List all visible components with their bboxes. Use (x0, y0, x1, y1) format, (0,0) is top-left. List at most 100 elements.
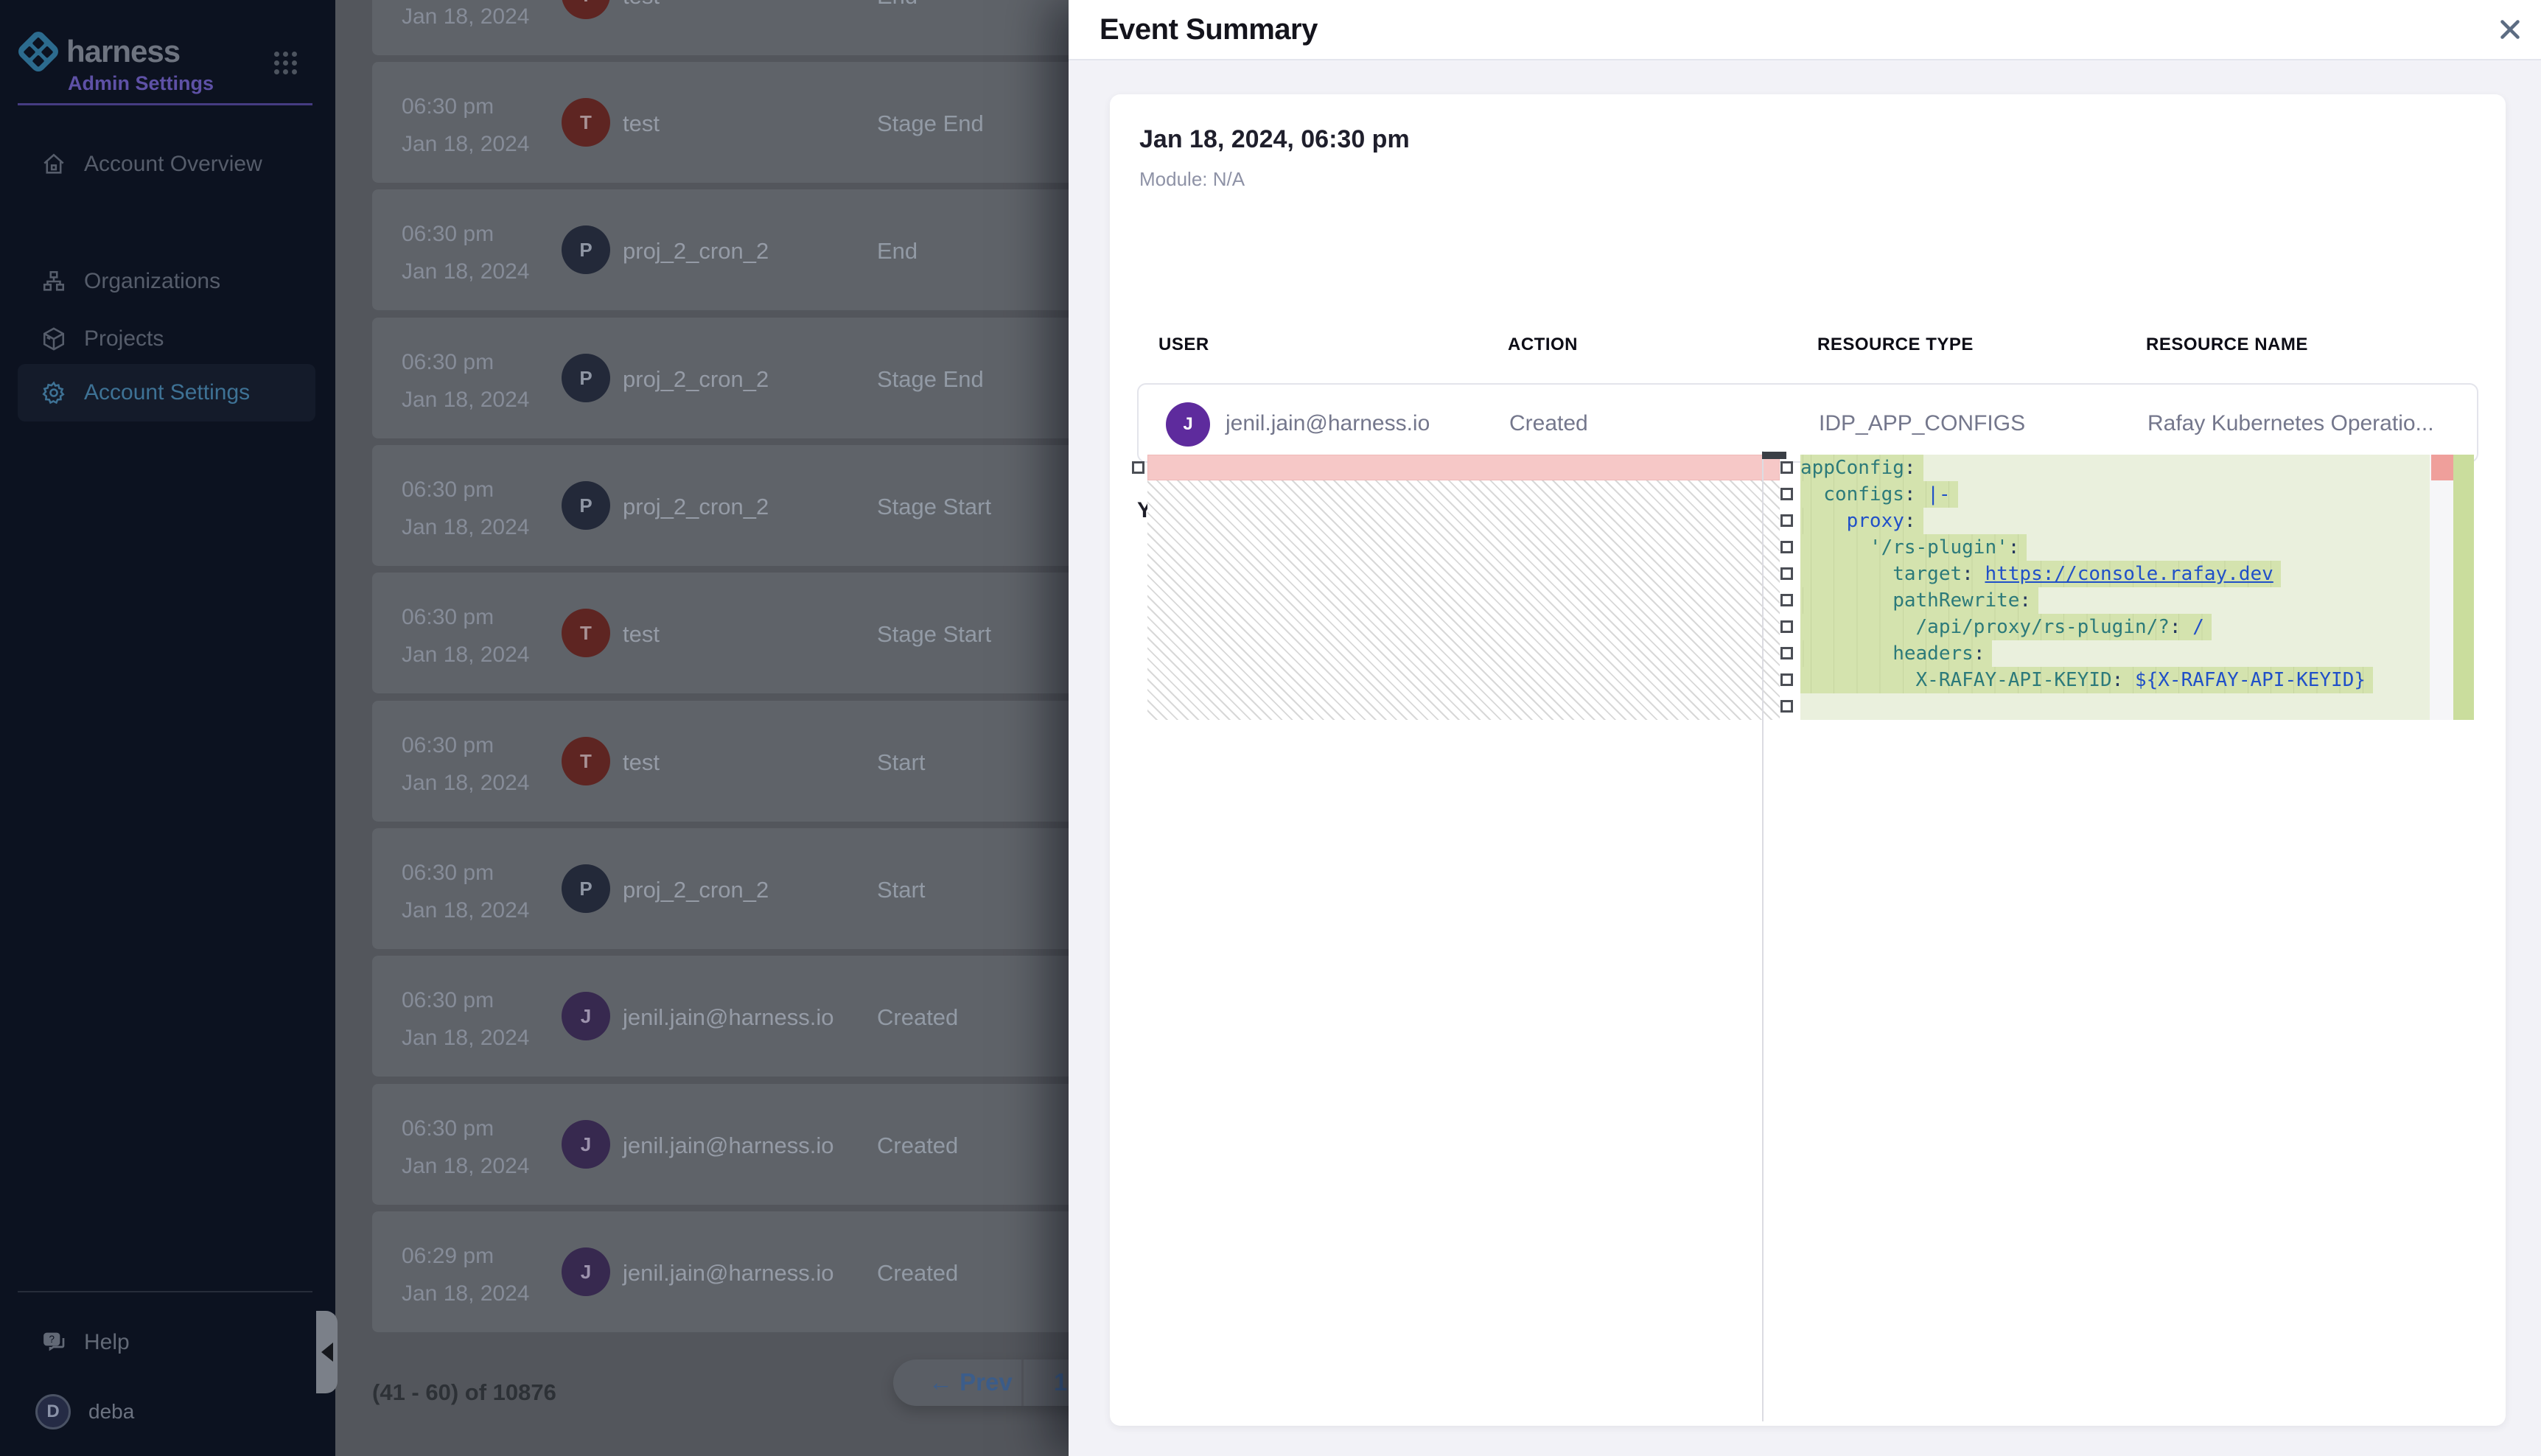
table-row[interactable]: 06:30 pm Jan 18, 2024 P proj_2_cron_2 St… (372, 828, 1077, 949)
row-time: 06:30 pm (402, 477, 494, 503)
sidebar-item-account-overview[interactable]: Account Overview (18, 136, 315, 193)
row-name: jenil.jain@harness.io (623, 1133, 834, 1159)
row-action: Start (877, 877, 925, 903)
event-resource-type: IDP_APP_CONFIGS (1819, 411, 2025, 436)
event-action: Created (1509, 411, 1588, 436)
diff-overview-ruler (2430, 455, 2453, 720)
sidebar-divider (18, 103, 312, 105)
avatar: T (562, 609, 610, 657)
diff-line-marker[interactable] (1780, 700, 1793, 713)
diff-ruler-added-bar (2453, 455, 2474, 720)
table-row[interactable]: 06:30 pm Jan 18, 2024 J jenil.jain@harne… (372, 956, 1077, 1077)
yaml-line: configs: |- (1780, 481, 2430, 508)
row-action: Created (877, 1260, 958, 1287)
diff-expand-marker[interactable] (1132, 461, 1144, 474)
yaml-line: proxy: (1780, 508, 2430, 534)
table-row[interactable]: 06:29 pm Jan 18, 2024 J jenil.jain@harne… (372, 1211, 1077, 1332)
row-time: 06:30 pm (402, 988, 494, 1013)
drawer-header: Event Summary (1069, 0, 2541, 60)
sidebar-item-label: Organizations (84, 269, 220, 294)
user-name: deba (88, 1400, 134, 1424)
avatar: J (562, 1247, 610, 1296)
event-detail-row: J jenil.jain@harness.io Created IDP_APP_… (1137, 383, 2478, 463)
row-date: Jan 18, 2024 (402, 388, 529, 413)
avatar: P (562, 354, 610, 402)
diff-ruler-removed-marker (2431, 455, 2453, 480)
row-time: 06:29 pm (402, 1244, 494, 1269)
pagination-pill: ← Prev 1 (893, 1359, 1085, 1406)
gear-icon (41, 380, 66, 405)
user-menu[interactable]: D deba (18, 1385, 239, 1438)
cube-icon (41, 326, 66, 351)
table-row[interactable]: 06:30 pm Jan 18, 2024 P proj_2_cron_2 St… (372, 318, 1077, 438)
table-row[interactable]: 06:30 pm Jan 18, 2024 T test Start (372, 701, 1077, 822)
apps-grid-icon[interactable] (274, 52, 299, 77)
avatar: P (562, 864, 610, 913)
event-timestamp: Jan 18, 2024, 06:30 pm (1139, 125, 1410, 154)
prev-page-button[interactable]: ← Prev (929, 1368, 1013, 1396)
table-row[interactable]: 06:30 pm Jan 18, 2024 T test Stage Start (372, 573, 1077, 693)
sidebar-footer-divider (18, 1291, 312, 1292)
close-button[interactable] (2492, 12, 2528, 47)
event-summary-drawer: Event Summary Jan 18, 2024, 06:30 pm Mod… (1069, 0, 2541, 1456)
row-time: 06:30 pm (402, 733, 494, 758)
sidebar-collapse-handle[interactable] (316, 1311, 338, 1393)
table-row[interactable]: 06:30 pm Jan 18, 2024 T test Stage End (372, 62, 1077, 183)
row-name: jenil.jain@harness.io (623, 1004, 834, 1031)
help-button[interactable]: ? Help (18, 1316, 239, 1369)
yaml-line: /api/proxy/rs-plugin/?: / (1780, 614, 2430, 640)
diff-line-marker[interactable] (1780, 594, 1793, 606)
harness-logo-icon (15, 29, 61, 74)
row-action: End (877, 0, 918, 10)
row-action: End (877, 238, 918, 265)
collapse-arrow-icon (321, 1343, 333, 1362)
diff-line-marker[interactable] (1780, 647, 1793, 659)
row-action: Stage End (877, 111, 984, 137)
sidebar-item-projects[interactable]: Projects (18, 310, 315, 368)
target-url-link[interactable]: https://console.rafay.dev (1985, 563, 2273, 585)
row-action: Stage Start (877, 621, 991, 648)
avatar: T (562, 0, 610, 19)
avatar: T (562, 737, 610, 785)
row-name: proj_2_cron_2 (623, 877, 769, 903)
sidebar-item-label: Account Overview (84, 152, 262, 177)
avatar: T (562, 98, 610, 147)
diff-line-marker[interactable] (1780, 567, 1793, 580)
row-name: test (623, 111, 660, 137)
sidebar-item-account-settings[interactable]: Account Settings (18, 364, 315, 421)
row-date: Jan 18, 2024 (402, 1281, 529, 1306)
diff-line-marker[interactable] (1780, 620, 1793, 633)
diff-pane-divider[interactable] (1762, 451, 1764, 1421)
user-avatar: D (35, 1394, 71, 1429)
row-date: Jan 18, 2024 (402, 771, 529, 796)
row-time: 06:30 pm (402, 350, 494, 375)
row-date: Jan 18, 2024 (402, 515, 529, 540)
event-resource-name: Rafay Kubernetes Operatio... (2147, 411, 2434, 436)
row-date: Jan 18, 2024 (402, 132, 529, 157)
yaml-line: target: https://console.rafay.dev (1780, 561, 2430, 587)
row-action: Start (877, 749, 925, 776)
diff-line-marker[interactable] (1780, 488, 1793, 500)
row-action: Stage Start (877, 494, 991, 520)
event-user: jenil.jain@harness.io (1226, 411, 1430, 436)
table-row[interactable]: 06:30 pm Jan 18, 2024 P proj_2_cron_2 St… (372, 445, 1077, 566)
yaml-line: appConfig: (1780, 455, 2430, 481)
yaml-line: headers: (1780, 640, 2430, 667)
table-row[interactable]: Jan 18, 2024 T test End (372, 0, 1077, 55)
table-row[interactable]: 06:30 pm Jan 18, 2024 J jenil.jain@harne… (372, 1084, 1077, 1205)
diff-line-marker[interactable] (1780, 541, 1793, 553)
row-date: Jan 18, 2024 (402, 1154, 529, 1179)
row-name: proj_2_cron_2 (623, 494, 769, 520)
diff-line-marker[interactable] (1780, 461, 1793, 474)
page-1-button[interactable]: 1 (1054, 1368, 1067, 1396)
help-label: Help (84, 1330, 130, 1355)
avatar: P (562, 481, 610, 530)
row-date: Jan 18, 2024 (402, 898, 529, 923)
pager-separator (1021, 1359, 1024, 1406)
org-chart-icon (41, 269, 66, 294)
diff-line-marker[interactable] (1780, 673, 1793, 686)
sidebar-item-organizations[interactable]: Organizations (18, 253, 315, 310)
table-row[interactable]: 06:30 pm Jan 18, 2024 P proj_2_cron_2 En… (372, 189, 1077, 310)
home-icon (41, 152, 66, 177)
diff-line-marker[interactable] (1780, 514, 1793, 527)
